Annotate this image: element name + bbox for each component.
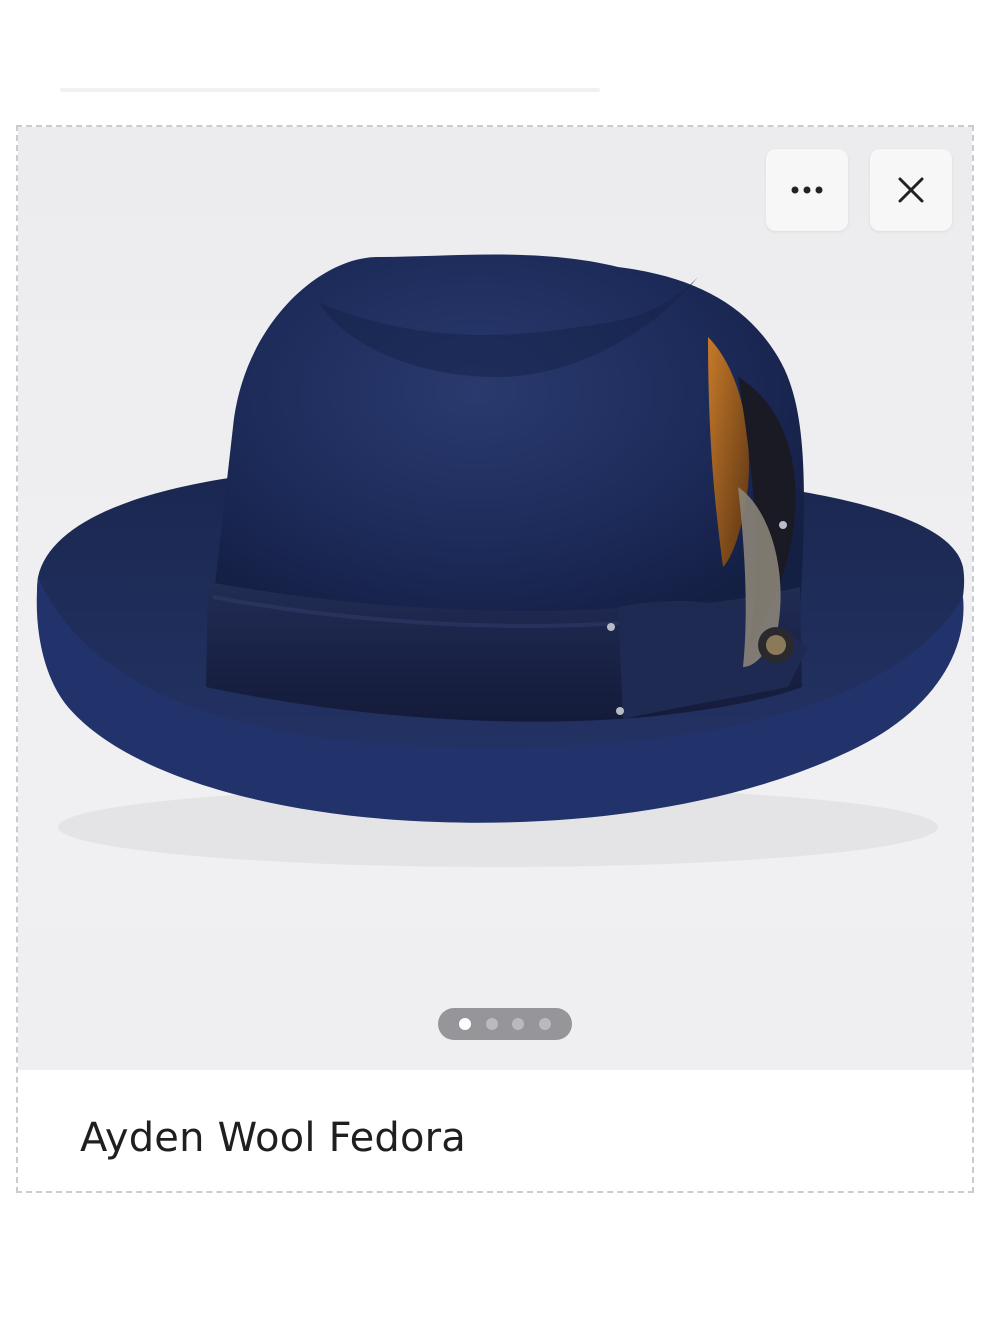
top-divider: [60, 88, 600, 92]
product-title: Ayden Wool Fedora: [80, 1115, 467, 1161]
carousel-dot[interactable]: [512, 1018, 525, 1030]
product-card[interactable]: Ayden Wool Fedora: [16, 125, 974, 1193]
close-icon: [898, 177, 924, 203]
carousel-dot[interactable]: [539, 1018, 552, 1030]
carousel-indicator[interactable]: [438, 1008, 572, 1040]
more-options-button[interactable]: [766, 149, 848, 231]
ellipsis-icon: [791, 186, 823, 194]
carousel-dot[interactable]: [485, 1018, 498, 1030]
close-button[interactable]: [870, 149, 952, 231]
fedora-hat-image: [36, 254, 965, 867]
product-image[interactable]: [18, 127, 972, 1070]
carousel-dot[interactable]: [458, 1018, 471, 1030]
